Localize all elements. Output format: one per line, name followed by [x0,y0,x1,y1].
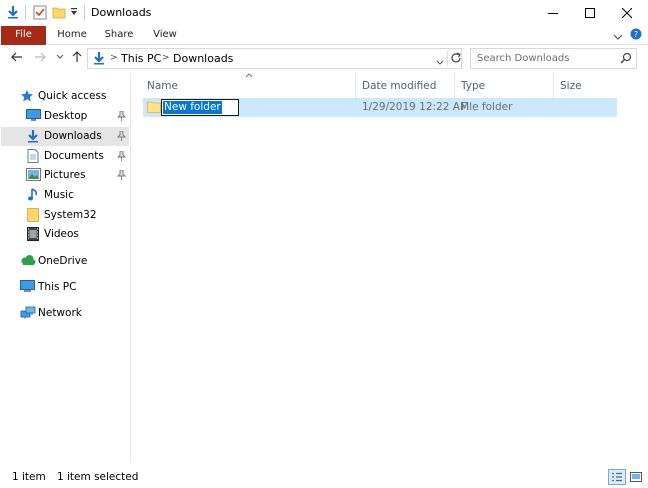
details-view-icon [612,472,622,482]
window-title: Downloads [91,6,152,19]
nav-desktop[interactable]: Desktop [1,107,129,126]
help-icon[interactable]: ? [630,28,642,43]
close-icon [622,8,632,18]
nav-documents[interactable]: Documents [1,147,129,166]
folder-icon [27,208,43,222]
back-arrow-icon [11,52,22,62]
title-bar: Downloads [0,0,648,26]
new-folder-qat-icon[interactable] [52,5,66,22]
refresh-icon[interactable] [450,52,462,67]
nav-label: Pictures [44,169,86,181]
pictures-icon [26,168,42,182]
file-list: Name Date modified Type Size New folder … [132,73,648,462]
file-type: File folder [461,101,513,113]
downloads-icon [26,129,42,143]
up-arrow-icon [72,51,82,62]
file-date: 1/29/2019 12:22 AM [362,101,470,113]
column-header-name[interactable]: Name [141,75,355,99]
address-dropdown-icon[interactable] [436,56,444,69]
nav-music[interactable]: Music [1,186,129,205]
nav-label: Network [38,307,82,319]
ribbon-tabs: File Home Share View ? [0,26,648,45]
nav-videos[interactable]: Videos [1,225,129,244]
folder-icon [147,101,161,116]
checklist-icon[interactable] [33,5,47,23]
onedrive-icon [20,254,36,268]
details-view-button[interactable] [608,469,626,485]
breadcrumb-separator[interactable]: > [162,53,170,63]
column-header-type[interactable]: Type [455,75,553,99]
pin-icon[interactable] [116,130,127,144]
title-divider [84,5,85,20]
svg-text:?: ? [634,30,638,39]
qat-divider [25,5,26,20]
recent-locations-button[interactable] [53,50,67,64]
search-input[interactable] [477,51,617,66]
search-icon[interactable] [620,52,632,67]
nav-label: OneDrive [38,255,88,267]
address-divider [447,51,448,66]
documents-icon [27,149,43,163]
music-icon [27,188,43,202]
pin-icon[interactable] [116,169,127,183]
chevron-down-icon [56,54,64,59]
nav-network[interactable]: Network [1,304,129,323]
nav-system32[interactable]: System32 [1,206,129,225]
breadcrumb-this-pc[interactable]: This PC [121,52,161,65]
item-count: 1 item [12,471,46,483]
nav-this-pc[interactable]: This PC [1,278,129,297]
navigation-bar: > This PC > Downloads [0,45,648,71]
nav-label: Videos [44,228,79,240]
column-header-size[interactable]: Size [554,75,614,99]
selection-count: 1 item selected [57,471,139,483]
pin-icon[interactable] [116,150,127,164]
column-header-date[interactable]: Date modified [356,75,454,99]
downloads-icon [92,51,106,69]
nav-pictures[interactable]: Pictures [1,166,129,185]
rename-input[interactable]: New folder [161,99,239,116]
back-button[interactable] [10,50,24,64]
forward-arrow-icon [35,52,46,62]
nav-label: Documents [44,150,104,162]
expand-ribbon-icon[interactable] [613,31,623,44]
tab-view[interactable]: View [148,26,182,45]
address-bar[interactable]: > This PC > Downloads [87,48,462,69]
forward-button[interactable] [33,50,47,64]
close-button[interactable] [604,0,648,26]
nav-onedrive[interactable]: OneDrive [1,252,129,271]
star-icon [20,89,36,103]
videos-icon [27,227,43,241]
nav-label: System32 [44,209,97,221]
nav-label: This PC [38,281,77,293]
pin-icon[interactable] [116,110,127,124]
breadcrumb-separator[interactable]: > [110,53,118,63]
nav-quick-access[interactable]: Quick access [1,87,129,106]
breadcrumb-downloads[interactable]: Downloads [173,52,233,65]
tab-home[interactable]: Home [53,26,91,45]
nav-label: Quick access [38,90,107,102]
maximize-icon [585,8,595,18]
large-icons-view-icon [630,472,642,482]
nav-downloads[interactable]: Downloads [1,127,129,146]
search-box[interactable] [470,48,637,69]
status-bar: 1 item 1 item selected [0,466,648,488]
large-icons-view-button[interactable] [627,469,645,485]
computer-icon [20,280,36,294]
navigation-pane: Quick access Desktop Downloads Documents [0,73,131,462]
network-icon [20,306,36,320]
up-button[interactable] [70,50,84,64]
qat-dropdown-icon[interactable] [70,7,78,20]
file-row[interactable]: New folder 1/29/2019 12:22 AM File folde… [143,98,617,117]
minimize-icon [548,13,558,14]
tab-file[interactable]: File [1,26,46,45]
nav-label: Music [44,189,74,201]
tab-share[interactable]: Share [101,26,137,45]
desktop-icon [26,109,42,123]
nav-label: Desktop [44,110,88,122]
nav-label: Downloads [44,130,102,142]
rename-selected-text[interactable]: New folder [163,101,222,114]
properties-arrow-icon[interactable] [6,5,20,22]
